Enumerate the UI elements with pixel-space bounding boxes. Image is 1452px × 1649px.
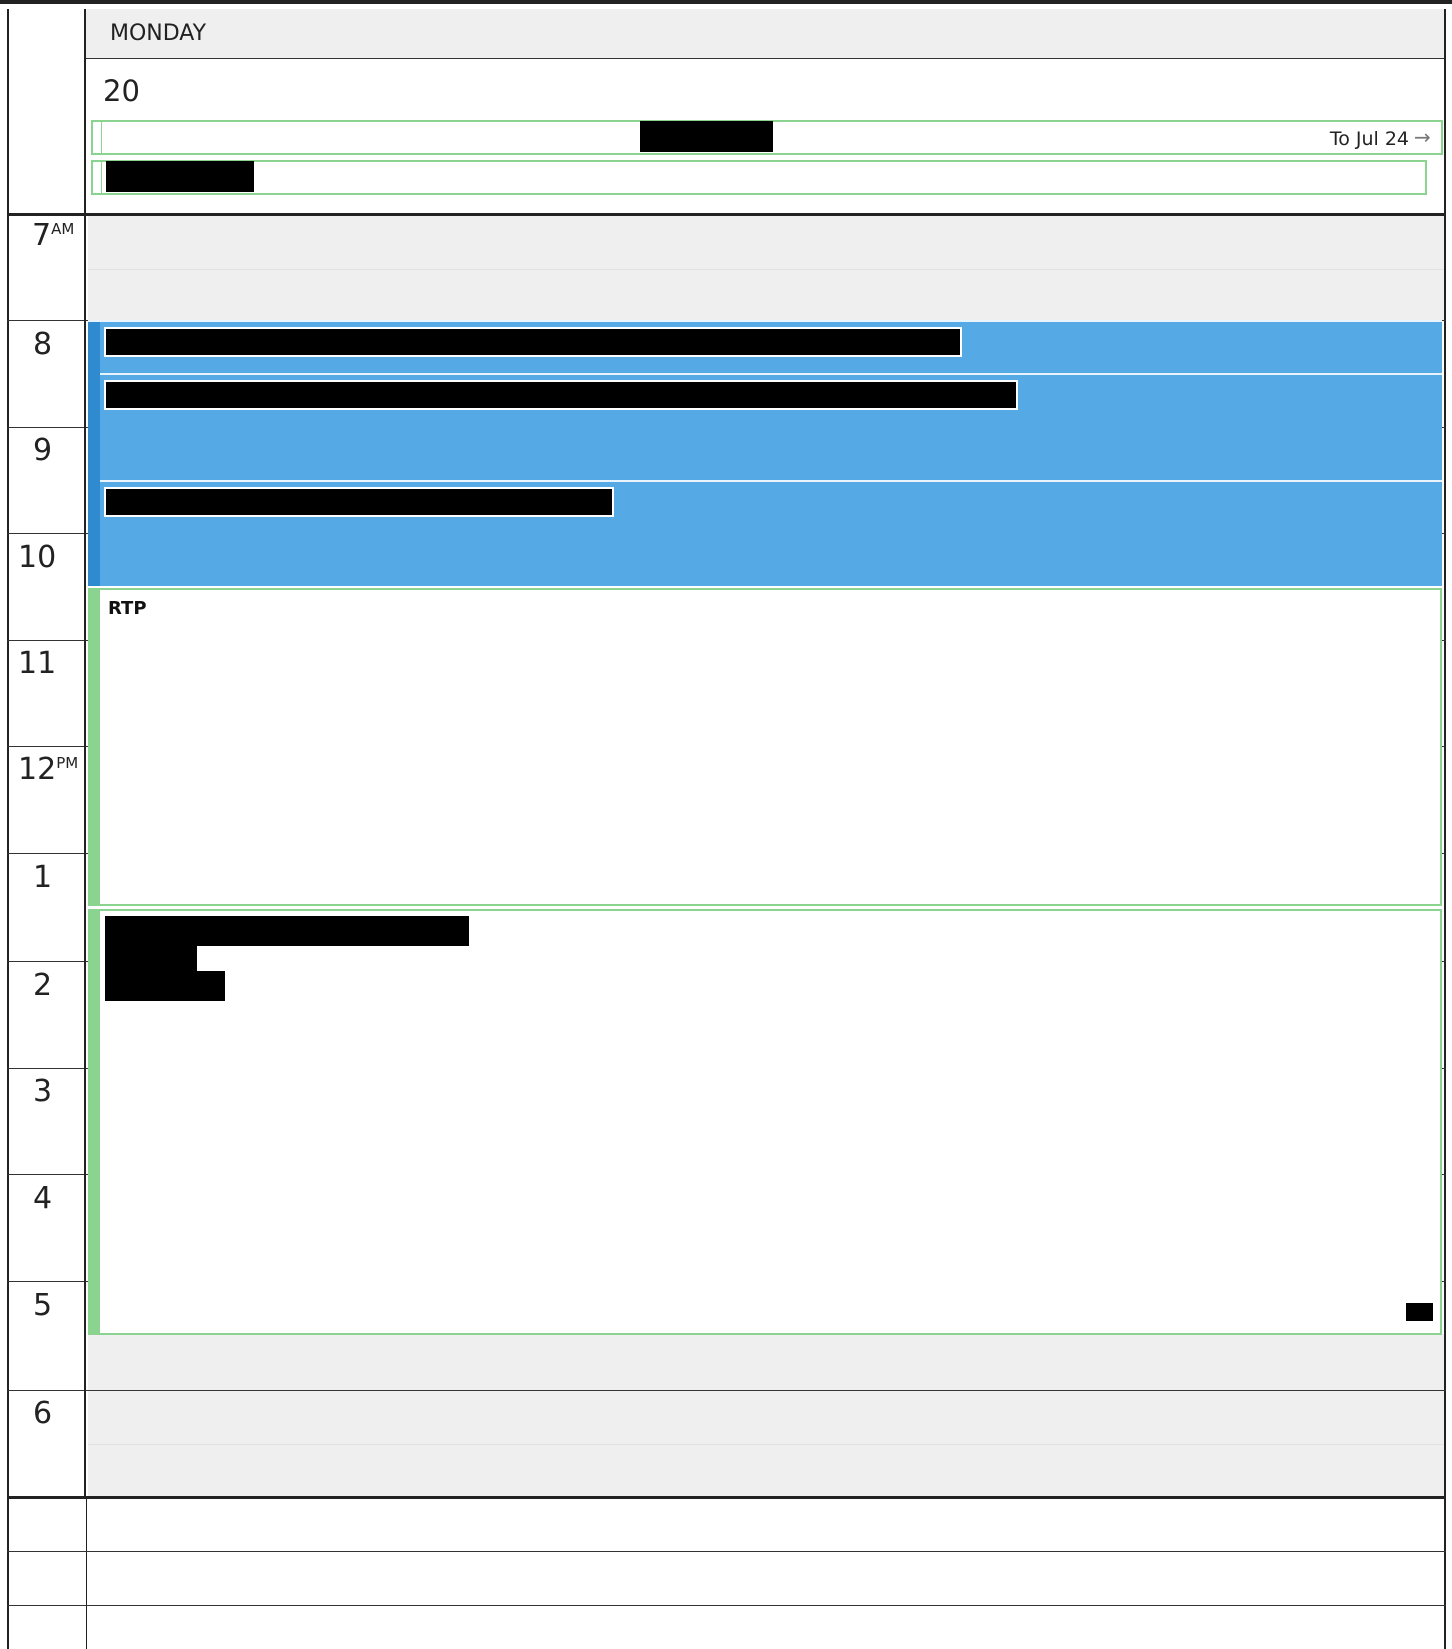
hour-label: 6 xyxy=(33,1396,53,1431)
time-column-divider xyxy=(86,1498,87,1649)
row-line xyxy=(7,1551,1446,1552)
hour-label: 4 xyxy=(33,1181,53,1216)
hour-label: 5 xyxy=(33,1288,53,1323)
arrow-right-icon: → xyxy=(1414,125,1431,149)
row-line xyxy=(7,1605,1446,1606)
event-status-strip xyxy=(88,909,100,1335)
event-continues-label: To Jul 24 xyxy=(1329,128,1409,150)
time-column-divider xyxy=(84,9,86,1498)
hour-label: 7AM xyxy=(32,218,75,253)
hour-label: 2 xyxy=(33,968,53,1003)
hour-label: 9 xyxy=(33,433,53,468)
day-number[interactable]: 20 xyxy=(103,74,140,108)
event-title: RTP xyxy=(108,598,147,619)
redacted-event-title xyxy=(104,327,962,357)
event-edge xyxy=(101,162,102,193)
redacted-event-title xyxy=(105,971,225,1001)
half-hour-line xyxy=(88,1444,1444,1445)
hour-label: 11 xyxy=(18,646,57,681)
event-status-strip xyxy=(88,322,100,586)
hour-label: 12PM xyxy=(18,752,79,787)
hour-line xyxy=(7,1390,1446,1391)
hour-label: 1 xyxy=(33,860,53,895)
top-rule xyxy=(0,0,1452,4)
redacted-event-title xyxy=(106,161,254,192)
ampm-label: AM xyxy=(51,220,75,238)
ampm-label: PM xyxy=(56,754,79,772)
calendar-event-free[interactable] xyxy=(88,909,1442,1335)
event-edge xyxy=(101,122,102,153)
redacted-event-title xyxy=(105,916,469,946)
redacted-event-title xyxy=(104,487,614,517)
redacted-event-title xyxy=(105,944,197,974)
day-name: MONDAY xyxy=(110,21,207,46)
hour-label: 10 xyxy=(18,540,57,575)
redacted-icon xyxy=(1406,1303,1433,1321)
all-day-event[interactable] xyxy=(91,160,1427,195)
event-status-strip xyxy=(88,588,100,906)
day-header[interactable] xyxy=(86,9,1444,59)
off-hours-band xyxy=(88,216,1444,320)
hour-label: 8 xyxy=(33,327,53,362)
redacted-event-title xyxy=(104,380,1018,410)
hour-label: 3 xyxy=(33,1074,53,1109)
off-hours-band xyxy=(88,1334,1444,1496)
grid-bottom-rule xyxy=(7,1496,1446,1499)
calendar-event-free[interactable] xyxy=(88,588,1442,906)
half-hour-line xyxy=(88,269,1444,270)
redacted-event-title xyxy=(640,121,773,152)
